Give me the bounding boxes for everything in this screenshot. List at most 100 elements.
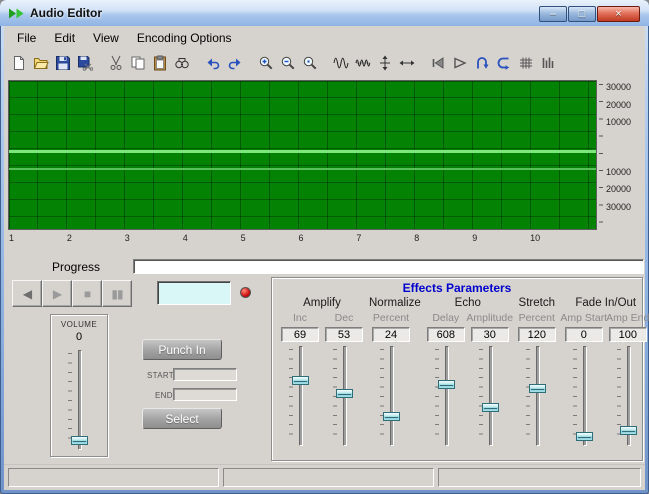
progress-label: Progress (52, 260, 101, 274)
slider-thumb[interactable] (383, 412, 400, 421)
time-tick-label: 8 (414, 233, 420, 243)
waveform-dense-icon (355, 55, 371, 71)
slider-ticks (478, 349, 483, 443)
play-reverse-icon (430, 55, 446, 71)
effect-group-label: Amplify (303, 297, 341, 309)
effect-group-amplify: Amplify Inc 69 Dec 53 (278, 297, 366, 446)
slider-thumb[interactable] (528, 384, 546, 393)
toolbar-button-save-as[interactable] (74, 52, 96, 75)
toolbar-button-save[interactable] (52, 52, 74, 75)
toolbar-button-blocks[interactable] (515, 52, 537, 75)
toolbar-button-u-turn[interactable] (471, 52, 493, 75)
menu-view[interactable]: View (84, 28, 128, 48)
effect-param-amp-start: Amp Start 0 (560, 312, 607, 446)
start-field[interactable] (173, 368, 237, 381)
param-slider[interactable] (433, 346, 459, 446)
toolbar-button-amplifier[interactable] (449, 52, 471, 75)
param-slider[interactable] (524, 346, 550, 446)
slider-thumb[interactable] (481, 403, 499, 412)
time-tick-label: 1 (9, 233, 15, 243)
toolbar-button-waveform[interactable] (330, 52, 352, 75)
waveform-channel-line (9, 168, 596, 170)
menu-encoding-options[interactable]: Encoding Options (128, 28, 241, 48)
effects-panel: Effects Parameters Amplify Inc 69 Dec 53 Norm… (271, 277, 649, 461)
param-label: Amplitude (466, 312, 514, 324)
param-slider[interactable] (571, 346, 597, 446)
toolbar-button-new-file[interactable] (8, 52, 30, 75)
menu-edit[interactable]: Edit (45, 28, 84, 48)
blocks-icon (518, 55, 534, 71)
toolbar-button-waveform-dense[interactable] (352, 52, 374, 75)
slider-track (444, 346, 449, 446)
toolbar-button-zoom-in[interactable] (255, 52, 277, 75)
param-slider[interactable] (378, 346, 404, 446)
save-icon (55, 55, 71, 71)
app-icon (8, 6, 25, 21)
slider-thumb[interactable] (575, 432, 593, 441)
rewind-button[interactable]: ◀ (12, 280, 42, 307)
toolbar-button-play-reverse[interactable] (427, 52, 449, 75)
menu-file[interactable]: File (8, 28, 45, 48)
time-tick-label: 6 (298, 233, 304, 243)
status-bar (4, 464, 645, 490)
slider-track (390, 346, 394, 446)
paste-icon (152, 55, 168, 71)
effect-group-normalize: Normalize Percent 24 (369, 297, 421, 446)
window-title: Audio Editor (30, 6, 102, 20)
toolbar-button-zoom-actual[interactable] (299, 52, 321, 75)
toolbar-button-zoom-out[interactable] (277, 52, 299, 75)
record-led (240, 287, 251, 298)
toolbar-button-levels[interactable] (537, 52, 559, 75)
select-button[interactable]: Select (142, 408, 222, 429)
play-icon: ▶ (52, 286, 62, 301)
volume-slider[interactable] (66, 350, 92, 450)
end-field[interactable] (173, 388, 237, 401)
close-button[interactable]: × (597, 6, 640, 22)
time-tick-label: 5 (240, 233, 246, 243)
toolbar-button-open-folder[interactable] (30, 52, 52, 75)
slider-track (582, 346, 587, 446)
slider-thumb[interactable] (619, 426, 637, 435)
punch-in-button[interactable]: Punch In (142, 339, 222, 360)
cut-icon (108, 55, 124, 71)
waveform-zero-line (9, 150, 596, 153)
slider-thumb[interactable] (336, 389, 353, 398)
pause-button[interactable]: ▮▮ (102, 280, 132, 307)
effect-param-dec: Dec 53 (322, 312, 366, 446)
effect-param-amplitude: Amplitude 30 (466, 312, 514, 446)
toolbar-button-trim[interactable] (493, 52, 515, 75)
scale-label: 20000 (606, 184, 632, 194)
param-slider[interactable] (615, 346, 641, 446)
maximize-button[interactable]: □ (568, 6, 596, 22)
toolbar-button-fit-horizontal[interactable] (396, 52, 418, 75)
start-label: START (147, 371, 174, 380)
param-slider[interactable] (331, 346, 357, 446)
monitor-display[interactable] (157, 281, 231, 305)
fit-vertical-icon (377, 55, 393, 71)
slider-thumb[interactable] (437, 380, 455, 389)
param-value: 0 (564, 327, 603, 342)
param-slider[interactable] (287, 346, 313, 446)
param-slider[interactable] (477, 346, 503, 446)
title-bar[interactable]: Audio Editor – □ × (0, 0, 649, 26)
status-panel-2 (223, 468, 434, 487)
toolbar-button-paste[interactable] (149, 52, 171, 75)
toolbar-button-find[interactable] (171, 52, 193, 75)
slider-thumb[interactable] (71, 436, 88, 445)
slider-thumb[interactable] (292, 376, 309, 385)
param-label: Percent (372, 312, 410, 324)
toolbar-button-copy[interactable] (127, 52, 149, 75)
toolbar-button-redo[interactable] (224, 52, 246, 75)
toolbar-button-fit-vertical[interactable] (374, 52, 396, 75)
time-tick-label: 2 (66, 233, 72, 243)
play-button[interactable]: ▶ (42, 280, 72, 307)
stop-button[interactable]: ■ (72, 280, 102, 307)
levels-icon (540, 55, 556, 71)
toolbar-button-cut[interactable] (105, 52, 127, 75)
slider-ticks (525, 349, 530, 443)
waveform-display[interactable] (8, 80, 597, 230)
toolbar-button-undo[interactable] (202, 52, 224, 75)
slider-track (535, 346, 540, 446)
minimize-button[interactable]: – (539, 6, 567, 22)
effect-param-inc: Inc 69 (278, 312, 322, 446)
